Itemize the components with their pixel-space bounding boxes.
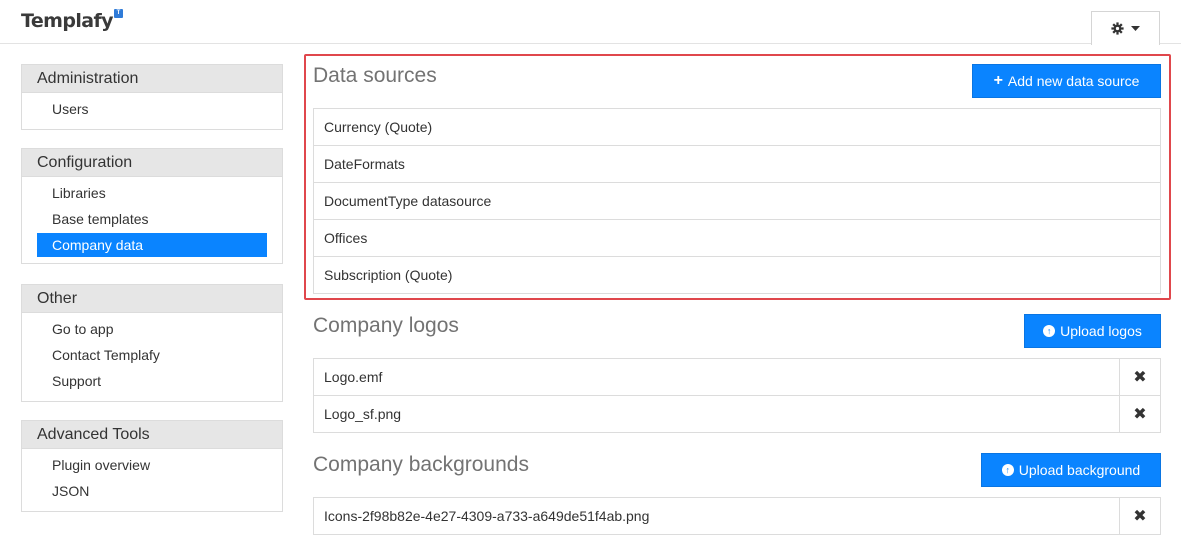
close-icon: ✖ [1133,406,1147,423]
add-new-data-source-button[interactable]: + Add new data source [972,64,1161,98]
background-file-name: Icons-2f98b82e-4e27-4309-a733-a649de51f4… [324,508,650,524]
delete-background-button[interactable]: ✖ [1119,498,1160,534]
logo-text: Templafy [21,10,114,32]
logo-badge: T [113,9,123,18]
data-source-row[interactable]: Subscription (Quote) [314,257,1160,294]
upload-circle-icon: ↑ [1001,464,1014,476]
logo-row: Logo_sf.png ✖ [314,396,1160,433]
upload-logos-button[interactable]: ↑ Upload logos [1024,314,1161,348]
data-source-name: Currency (Quote) [324,119,433,135]
upload-logos-label: Upload logos [1060,323,1142,339]
company-backgrounds-list: Icons-2f98b82e-4e27-4309-a733-a649de51f4… [313,497,1161,535]
logo-file-name: Logo_sf.png [324,406,402,422]
settings-dropdown-button[interactable] [1091,11,1160,45]
data-source-row[interactable]: DocumentType datasource [314,183,1160,220]
nav-json[interactable]: JSON [37,479,267,505]
nav-go-to-app[interactable]: Go to app [37,317,267,343]
delete-logo-button[interactable]: ✖ [1119,396,1160,432]
data-source-name: DateFormats [324,156,405,172]
nav-plugin-overview[interactable]: Plugin overview [37,453,267,479]
advanced-tools-panel: Advanced Tools Plugin overview JSON [21,420,283,512]
other-panel: Other Go to app Contact Templafy Support [21,284,283,402]
company-logos-list: Logo.emf ✖ Logo_sf.png ✖ [313,358,1161,433]
nav-libraries[interactable]: Libraries [37,181,267,207]
company-backgrounds-title: Company backgrounds [313,453,529,476]
top-bar: Templafy T [0,0,1181,45]
nav-support[interactable]: Support [37,369,267,395]
data-sources-title: Data sources [313,64,437,87]
panel-title-configuration: Configuration [22,149,282,177]
nav-company-data[interactable]: Company data [37,233,267,257]
gear-icon [1111,22,1124,35]
panel-title-advanced-tools: Advanced Tools [22,421,282,449]
data-sources-list: Currency (Quote) DateFormats DocumentTyp… [313,108,1161,294]
upload-circle-icon: ↑ [1043,325,1056,337]
data-source-row[interactable]: Currency (Quote) [314,109,1160,146]
logo-row: Logo.emf ✖ [314,359,1160,396]
add-new-data-source-label: Add new data source [1007,73,1140,89]
data-source-name: Offices [324,230,368,246]
panel-title-other: Other [22,285,282,313]
data-source-name: DocumentType datasource [324,193,492,209]
data-source-row[interactable]: Offices [314,220,1160,257]
upload-background-button[interactable]: ↑ Upload background [981,453,1161,487]
close-icon: ✖ [1133,508,1147,525]
delete-logo-button[interactable]: ✖ [1119,359,1160,395]
nav-users[interactable]: Users [37,97,267,123]
logo-file-name: Logo.emf [324,369,383,385]
company-logos-title: Company logos [313,314,459,337]
administration-panel: Administration Users [21,64,283,130]
nav-base-templates[interactable]: Base templates [37,207,267,233]
configuration-panel: Configuration Libraries Base templates C… [21,148,283,264]
close-icon: ✖ [1133,369,1147,386]
data-source-row[interactable]: DateFormats [314,146,1160,183]
nav-contact-templafy[interactable]: Contact Templafy [37,343,267,369]
upload-background-label: Upload background [1018,462,1141,478]
data-source-name: Subscription (Quote) [324,267,453,283]
background-row: Icons-2f98b82e-4e27-4309-a733-a649de51f4… [314,498,1160,535]
panel-title-administration: Administration [22,65,282,93]
templafy-logo[interactable]: Templafy T [21,9,123,32]
caret-down-icon [1131,26,1140,31]
plus-icon: + [993,72,1003,89]
